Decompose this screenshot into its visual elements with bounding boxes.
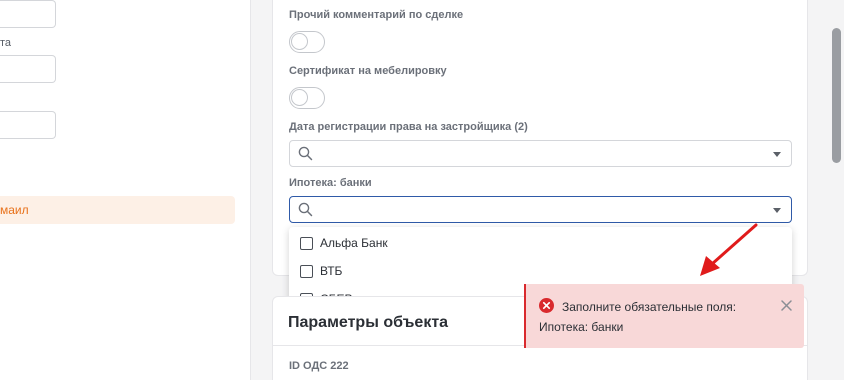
left-active-item-label: маил	[0, 203, 29, 217]
left-panel: та маил	[0, 0, 251, 380]
field-label-id-ods: ID ОДС 222	[289, 360, 349, 372]
scrollbar-thumb[interactable]	[832, 28, 841, 163]
error-toast: Заполните обязательные поля: Ипотека: ба…	[524, 284, 804, 348]
checkbox[interactable]	[300, 265, 313, 278]
left-input-1[interactable]	[0, 0, 56, 28]
option-label: Альфа Банк	[320, 236, 388, 250]
select-registration-date[interactable]	[289, 140, 792, 167]
toast-field-name: Ипотека: банки	[539, 320, 624, 334]
search-icon	[298, 202, 313, 217]
option-label: ВТБ	[320, 264, 343, 278]
toggle-knob	[291, 89, 308, 106]
select-mortgage-banks[interactable]	[289, 196, 792, 223]
section-title: Параметры объекта	[288, 314, 449, 331]
toggle-comment[interactable]	[289, 31, 325, 53]
field-label-comment: Прочий комментарий по сделке	[289, 9, 464, 21]
left-active-item[interactable]: маил	[0, 196, 235, 224]
left-input-2[interactable]	[0, 55, 56, 83]
search-icon	[298, 146, 313, 161]
toggle-furniture-cert[interactable]	[289, 87, 325, 109]
annotation-arrow-icon	[700, 223, 758, 276]
chevron-down-icon[interactable]	[773, 152, 781, 157]
field-label-registration-date: Дата регистрации права на застройщика (2…	[289, 121, 528, 133]
field-label-furniture-cert: Сертификат на мебелировку	[289, 65, 447, 77]
field-label-mortgage-banks: Ипотека: банки	[289, 177, 372, 189]
toast-message: Заполните обязательные поля:	[562, 300, 737, 314]
left-input-3[interactable]	[0, 111, 56, 139]
error-circle-icon	[539, 298, 554, 313]
checkbox[interactable]	[300, 237, 313, 250]
chevron-down-icon[interactable]	[773, 208, 781, 213]
left-field-label: та	[0, 37, 12, 49]
toggle-knob	[291, 33, 308, 50]
close-icon[interactable]	[781, 300, 792, 311]
